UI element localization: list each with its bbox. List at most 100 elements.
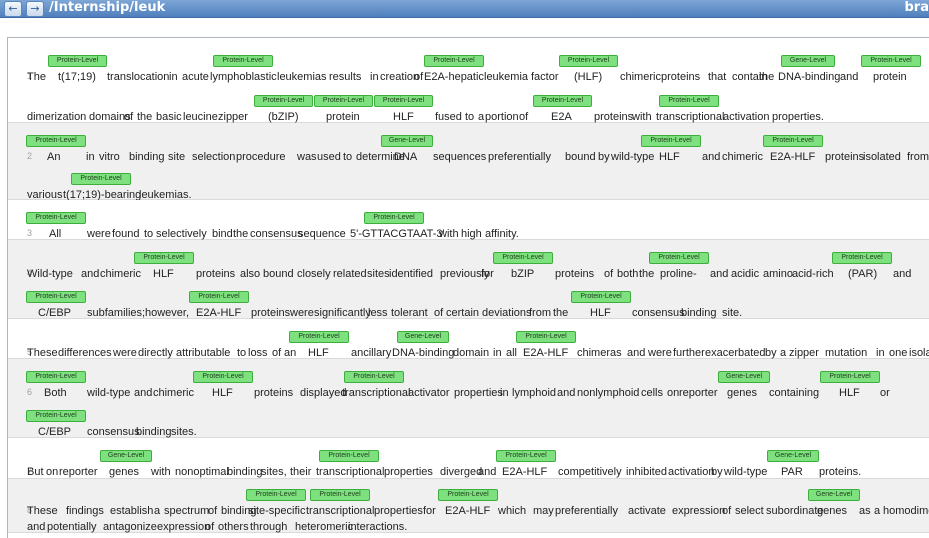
token[interactable]: properties bbox=[374, 505, 423, 518]
token[interactable]: DNA-binding bbox=[778, 71, 840, 84]
protein-level-label[interactable]: Protein-Level bbox=[26, 410, 86, 422]
token[interactable]: leukemia bbox=[484, 71, 528, 84]
token[interactable]: transcriptional bbox=[306, 505, 374, 518]
token[interactable]: protein bbox=[873, 71, 907, 84]
gene-level-label[interactable]: Gene-Level bbox=[808, 489, 860, 501]
protein-level-label[interactable]: Protein-Level bbox=[189, 291, 249, 303]
token[interactable]: by bbox=[598, 151, 610, 164]
token[interactable]: Both bbox=[44, 387, 67, 400]
token[interactable]: that bbox=[708, 71, 726, 84]
token[interactable]: wild-type bbox=[724, 466, 767, 479]
token[interactable]: of bbox=[208, 505, 217, 518]
token[interactable]: But bbox=[27, 466, 44, 479]
token[interactable]: which bbox=[498, 505, 526, 518]
token[interactable]: was bbox=[297, 151, 317, 164]
protein-level-label[interactable]: Protein-Level bbox=[310, 489, 370, 501]
token[interactable]: lymphoid bbox=[512, 387, 556, 400]
token[interactable]: genes bbox=[817, 505, 847, 518]
token[interactable]: activate bbox=[628, 505, 666, 518]
token[interactable]: site bbox=[168, 151, 185, 164]
token[interactable]: and bbox=[134, 387, 152, 400]
token[interactable]: inhibited bbox=[626, 466, 667, 479]
token[interactable]: chimeric bbox=[620, 71, 661, 84]
protein-level-label[interactable]: Protein-Level bbox=[649, 252, 709, 264]
token[interactable]: nonoptimal bbox=[175, 466, 229, 479]
token[interactable]: for bbox=[423, 505, 436, 518]
token[interactable]: both bbox=[617, 268, 638, 281]
protein-level-label[interactable]: Protein-Level bbox=[820, 371, 880, 383]
token[interactable]: leukemias bbox=[277, 71, 327, 84]
token[interactable]: proline- bbox=[660, 268, 697, 281]
protein-level-label[interactable]: Protein-Level bbox=[344, 371, 404, 383]
token[interactable]: homodime bbox=[883, 505, 929, 518]
protein-level-label[interactable]: Protein-Level bbox=[516, 331, 576, 343]
gene-level-label[interactable]: Gene-Level bbox=[767, 450, 819, 462]
token[interactable]: bound bbox=[565, 151, 596, 164]
token[interactable]: with bbox=[151, 466, 171, 479]
protein-level-label[interactable]: Protein-Level bbox=[26, 291, 86, 303]
token[interactable]: others bbox=[218, 521, 249, 534]
token[interactable]: used bbox=[317, 151, 341, 164]
token[interactable]: on bbox=[46, 466, 58, 479]
token[interactable]: properties bbox=[384, 466, 433, 479]
token[interactable]: transcriptional bbox=[316, 466, 384, 479]
token[interactable]: acidic bbox=[731, 268, 759, 281]
token[interactable]: HLF bbox=[153, 268, 174, 281]
token[interactable]: or bbox=[880, 387, 890, 400]
token[interactable]: t(17;19) bbox=[58, 71, 96, 84]
protein-level-label[interactable]: Protein-Level bbox=[763, 135, 823, 147]
token[interactable]: heteromeric bbox=[295, 521, 353, 534]
token[interactable]: spectrum bbox=[164, 505, 209, 518]
token[interactable]: E2A-HLF bbox=[502, 466, 547, 479]
protein-level-label[interactable]: Protein-Level bbox=[496, 450, 556, 462]
token[interactable]: their bbox=[290, 466, 311, 479]
token[interactable]: wild-type bbox=[611, 151, 654, 164]
token[interactable]: potentially bbox=[47, 521, 97, 534]
token[interactable]: E2A-hepatic bbox=[424, 71, 484, 84]
token[interactable]: in bbox=[169, 71, 178, 84]
token[interactable]: binding bbox=[129, 151, 164, 164]
token[interactable]: amino bbox=[763, 268, 793, 281]
token[interactable]: chimeric bbox=[153, 387, 194, 400]
token[interactable]: activation bbox=[668, 466, 714, 479]
token[interactable]: of bbox=[205, 521, 214, 534]
token[interactable]: containing bbox=[769, 387, 819, 400]
token[interactable]: E2A-HLF bbox=[445, 505, 490, 518]
token[interactable]: transcriptional bbox=[342, 387, 410, 400]
token[interactable]: of bbox=[604, 268, 613, 281]
token[interactable]: preferentially bbox=[555, 505, 618, 518]
token[interactable]: bZIP bbox=[511, 268, 534, 281]
token[interactable]: to bbox=[343, 151, 352, 164]
protein-level-label[interactable]: Protein-Level bbox=[319, 450, 379, 462]
token[interactable]: genes bbox=[109, 466, 139, 479]
token[interactable]: the bbox=[639, 268, 654, 281]
token[interactable]: and bbox=[557, 387, 575, 400]
protein-level-label[interactable]: Protein-Level bbox=[571, 291, 631, 303]
token[interactable]: and bbox=[81, 268, 99, 281]
protein-level-label[interactable]: Protein-Level bbox=[374, 95, 433, 107]
token[interactable]: proteins bbox=[254, 387, 293, 400]
token[interactable]: The bbox=[27, 71, 46, 84]
token[interactable]: interactions. bbox=[348, 521, 407, 534]
token[interactable]: bound bbox=[263, 268, 294, 281]
token[interactable]: on bbox=[667, 387, 679, 400]
protein-level-label[interactable]: Protein-Level bbox=[533, 95, 592, 107]
token[interactable]: proteins bbox=[555, 268, 594, 281]
arrow-right-icon[interactable]: → bbox=[26, 1, 44, 17]
token[interactable]: as bbox=[859, 505, 871, 518]
token[interactable]: (HLF) bbox=[574, 71, 602, 84]
token[interactable]: DNA bbox=[394, 151, 417, 164]
token[interactable]: findings bbox=[66, 505, 104, 518]
token[interactable]: diverged bbox=[440, 466, 482, 479]
token[interactable]: proteins bbox=[661, 71, 700, 84]
token[interactable]: translocation bbox=[107, 71, 169, 84]
token[interactable]: and bbox=[27, 521, 45, 534]
token[interactable]: and bbox=[893, 268, 911, 281]
token[interactable]: a bbox=[154, 505, 160, 518]
token[interactable]: reporter bbox=[59, 466, 98, 479]
token[interactable]: binding bbox=[227, 466, 262, 479]
protein-level-label[interactable]: Protein-Level bbox=[26, 371, 86, 383]
token[interactable]: a bbox=[874, 505, 880, 518]
token[interactable]: and bbox=[710, 268, 728, 281]
token[interactable]: establish bbox=[110, 505, 153, 518]
